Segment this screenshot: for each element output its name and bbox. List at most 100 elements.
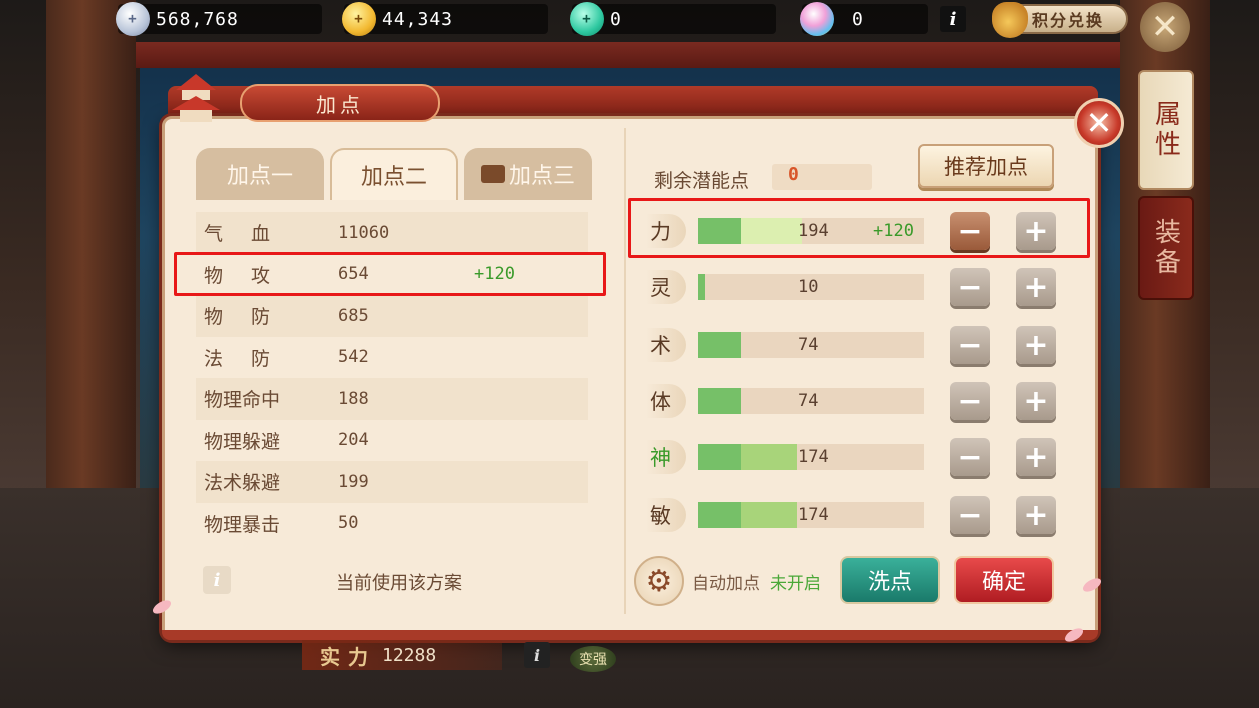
strengthen-button[interactable]: 变强 [570, 646, 616, 672]
attribute-row: 体 74 − + [646, 382, 1086, 422]
minus-button[interactable]: − [950, 268, 990, 306]
reset-points-button[interactable]: 洗点 [840, 556, 940, 604]
stat-row: 物理暴击 50 [196, 503, 588, 545]
attribute-bar: 174 [698, 444, 924, 470]
pagoda-icon [172, 74, 220, 122]
plus-button[interactable]: + [1016, 326, 1056, 364]
attribute-row: 神 174 − + [646, 438, 1086, 478]
stat-label: 物理躲避 [204, 430, 281, 453]
attribute-bar: 174 [698, 502, 924, 528]
stat-value: 188 [338, 388, 369, 409]
plan-note: 当前使用该方案 [336, 573, 462, 594]
attribute-row: 敏 174 − + [646, 496, 1086, 536]
money-bag-icon [992, 2, 1028, 38]
stat-value: 542 [338, 347, 369, 368]
currency-bar: + 568,768 + 44,343 + 0 0 i 积分兑换 [0, 0, 1259, 38]
attribute-bar-fill [698, 502, 741, 528]
attribute-name: 神 [646, 440, 686, 474]
attribute-bar-fill [698, 444, 741, 470]
stat-value: 50 [338, 513, 359, 534]
auto-allocate-status: 未开启 [770, 574, 821, 594]
highlight-box-stat [174, 252, 606, 296]
exchange-label: 积分兑换 [1032, 11, 1105, 30]
attribute-bar-fill [698, 274, 705, 300]
plus-button[interactable]: + [1016, 382, 1056, 420]
tab-plan-3[interactable]: 加点三 [464, 148, 592, 200]
points-exchange-button[interactable]: 积分兑换 [992, 2, 1128, 38]
stat-value: 199 [338, 471, 369, 492]
stat-row: 气血 11060 [196, 212, 588, 254]
stat-row: 物防 685 [196, 295, 588, 337]
gear-icon[interactable]: ⚙ [634, 556, 684, 606]
silver-coin-icon: + [116, 2, 150, 36]
currency-crystal[interactable]: 0 [800, 2, 928, 36]
attribute-bar: 10 [698, 274, 924, 300]
background-beam [120, 42, 1139, 68]
stat-row: 物理命中 188 [196, 378, 588, 420]
attribute-name: 灵 [646, 270, 686, 304]
attribute-value: 74 [798, 335, 819, 355]
attribute-bar-extra [740, 444, 798, 470]
attribute-value: 74 [798, 391, 819, 411]
recommend-points-button[interactable]: 推荐加点 [918, 144, 1054, 188]
stat-value: 204 [338, 430, 369, 451]
plan-info-icon[interactable]: i [203, 566, 231, 594]
side-tab-attributes[interactable]: 属性 [1138, 70, 1194, 190]
power-display: 实力 12288 [302, 640, 502, 670]
tab-label: 加点一 [226, 164, 293, 189]
attribute-bar-fill [698, 388, 741, 414]
confirm-button[interactable]: 确定 [954, 556, 1054, 604]
attribute-name: 敏 [646, 498, 686, 532]
attribute-bar: 74 [698, 388, 924, 414]
stat-label: 气血 [204, 223, 299, 246]
remaining-points-value: 0 [772, 164, 872, 190]
minus-button[interactable]: − [950, 438, 990, 476]
currency-value: 0 [610, 8, 622, 30]
plus-button[interactable]: + [1016, 496, 1056, 534]
stat-row: 法防 542 [196, 337, 588, 379]
panel-divider [624, 128, 626, 614]
auto-allocate-label: 自动加点 [692, 574, 760, 594]
attribute-value: 10 [798, 277, 819, 297]
side-tab-equipment[interactable]: 装备 [1138, 196, 1194, 300]
stat-label: 物理命中 [204, 389, 281, 412]
plus-button[interactable]: + [1016, 438, 1056, 476]
currency-silver[interactable]: + 568,768 [116, 2, 322, 36]
jade-icon: + [570, 2, 604, 36]
stat-label: 法防 [204, 347, 299, 370]
info-icon[interactable]: i [940, 6, 966, 32]
crystal-drop-icon [800, 2, 834, 36]
attribute-bar-fill [698, 332, 741, 358]
tab-plan-2[interactable]: 加点二 [330, 148, 458, 200]
attribute-value: 174 [798, 505, 829, 525]
chest-icon [480, 165, 505, 183]
currency-gold[interactable]: + 44,343 [342, 2, 548, 36]
stat-row: 物理躲避 204 [196, 420, 588, 462]
tab-label: 加点三 [508, 164, 575, 189]
minus-button[interactable]: − [950, 326, 990, 364]
attribute-name: 术 [646, 328, 686, 362]
plan-tabs: 加点一 加点二 加点三 [196, 148, 592, 200]
currency-jade[interactable]: + 0 [570, 2, 776, 36]
attribute-bar: 74 [698, 332, 924, 358]
stat-label: 法术躲避 [204, 472, 281, 495]
stat-label: 物理暴击 [204, 513, 281, 536]
attribute-row: 灵 10 − + [646, 268, 1086, 308]
stat-label: 物防 [204, 306, 299, 329]
currency-value: 44,343 [382, 8, 454, 30]
close-icon[interactable]: ✕ [1140, 2, 1190, 52]
power-info-icon[interactable]: i [524, 642, 550, 668]
currency-value: 568,768 [156, 8, 239, 30]
panel-title: 加点 [240, 84, 440, 122]
stat-value: 11060 [338, 222, 390, 243]
attribute-bar-extra [740, 502, 798, 528]
panel-bottom-border [162, 630, 1098, 640]
gold-coin-icon: + [342, 2, 376, 36]
plus-button[interactable]: + [1016, 268, 1056, 306]
stat-value: 685 [338, 305, 369, 326]
attribute-name: 体 [646, 384, 686, 418]
minus-button[interactable]: − [950, 382, 990, 420]
tab-plan-1[interactable]: 加点一 [196, 148, 324, 200]
panel-close-icon[interactable]: ✕ [1074, 98, 1124, 148]
minus-button[interactable]: − [950, 496, 990, 534]
